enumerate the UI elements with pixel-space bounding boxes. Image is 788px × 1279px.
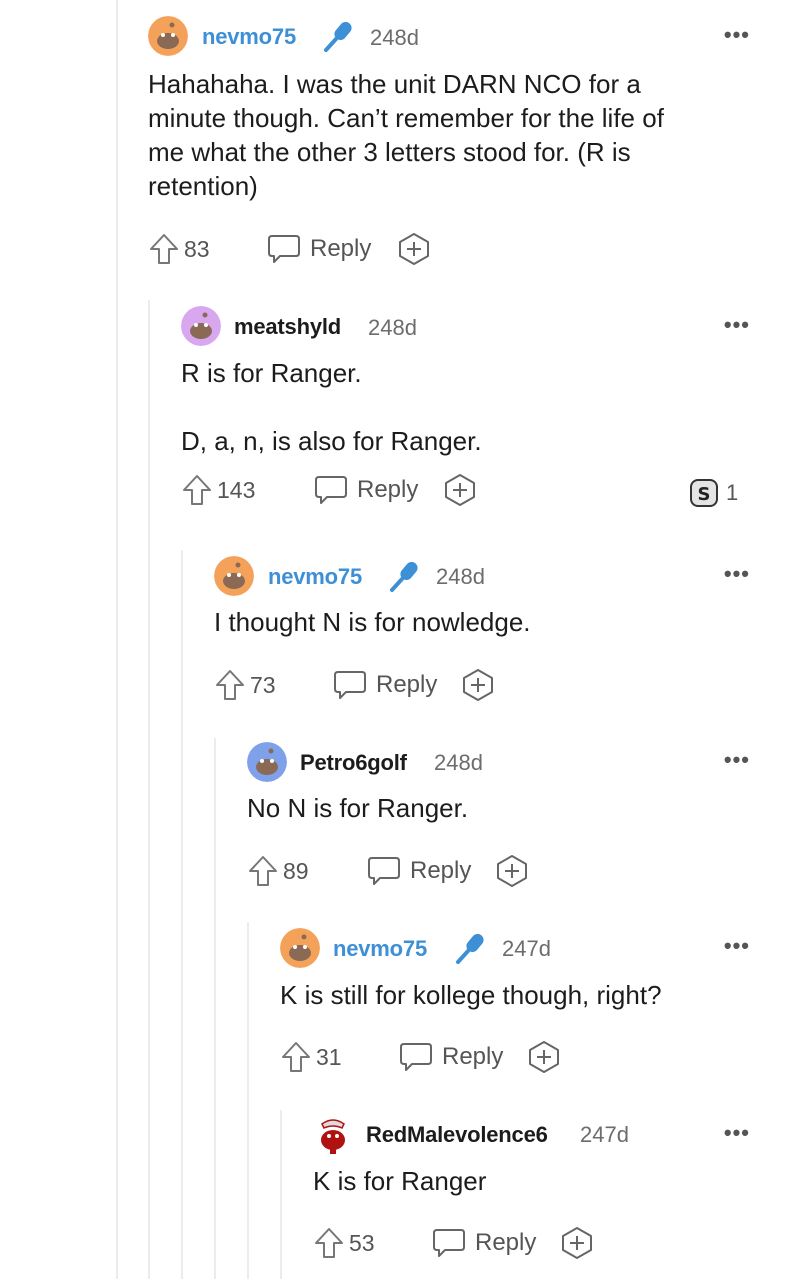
username[interactable]: RedMalevolence6 bbox=[366, 1122, 548, 1148]
username[interactable]: nevmo75 bbox=[268, 564, 362, 590]
thread-line[interactable] bbox=[148, 300, 150, 1279]
score: 31 bbox=[316, 1043, 342, 1070]
reply-bubble-icon bbox=[334, 671, 366, 699]
score: 83 bbox=[184, 235, 210, 262]
give-award-button[interactable] bbox=[397, 229, 431, 269]
comment-body: No N is for Ranger. bbox=[247, 793, 469, 823]
reply-label: Reply bbox=[376, 671, 438, 698]
score: 143 bbox=[217, 476, 256, 503]
reply-button[interactable]: Reply bbox=[431, 1223, 536, 1263]
give-award-button[interactable] bbox=[495, 851, 529, 891]
comment-body: Hahahaha. I was the unit DARN NCO for a … bbox=[148, 69, 664, 201]
reply-bubble-icon bbox=[433, 1229, 465, 1257]
give-award-button[interactable] bbox=[560, 1223, 594, 1263]
reply-button[interactable]: Reply bbox=[313, 470, 418, 510]
reply-bubble-icon bbox=[400, 1043, 432, 1071]
award-plus-icon bbox=[463, 669, 493, 701]
award-badge[interactable]: S 1 bbox=[688, 477, 738, 509]
reply-label: Reply bbox=[475, 1229, 537, 1256]
award-plus-icon bbox=[529, 1041, 559, 1073]
reply-button[interactable]: Reply bbox=[366, 851, 471, 891]
give-award-button[interactable] bbox=[443, 470, 477, 510]
comment-age: 248d bbox=[370, 25, 419, 50]
username[interactable]: meatshyld bbox=[234, 314, 341, 340]
upvote-button[interactable]: 73 bbox=[214, 665, 276, 705]
more-options-button[interactable]: ••• bbox=[724, 1122, 750, 1144]
microphone-icon bbox=[452, 930, 488, 966]
comment-age: 248d bbox=[436, 564, 485, 589]
upvote-button[interactable]: 53 bbox=[313, 1223, 375, 1263]
comment-age: 248d bbox=[434, 750, 483, 775]
username[interactable]: Petro6golf bbox=[300, 750, 407, 776]
comment-thread: nevmo75 248d ••• Hahahaha. I was the uni… bbox=[0, 0, 788, 1279]
more-options-button[interactable]: ••• bbox=[724, 563, 750, 585]
avatar[interactable] bbox=[148, 16, 188, 56]
comment-age: 248d bbox=[368, 315, 417, 340]
upvote-button[interactable]: 83 bbox=[148, 229, 210, 269]
reply-label: Reply bbox=[357, 476, 419, 503]
upvote-icon bbox=[150, 234, 178, 264]
thread-line[interactable] bbox=[214, 738, 216, 1279]
avatar[interactable] bbox=[181, 306, 221, 346]
award-count: 1 bbox=[726, 480, 739, 505]
thread-line[interactable] bbox=[116, 0, 118, 1279]
thread-line[interactable] bbox=[280, 1110, 282, 1279]
score: 89 bbox=[283, 857, 309, 884]
comment-age: 247d bbox=[502, 936, 551, 961]
award-plus-icon bbox=[399, 233, 429, 265]
reply-bubble-icon bbox=[315, 476, 347, 504]
thread-line[interactable] bbox=[181, 550, 183, 1279]
give-award-button[interactable] bbox=[461, 665, 495, 705]
reply-label: Reply bbox=[410, 857, 472, 884]
upvote-icon bbox=[249, 856, 277, 886]
reply-bubble-icon bbox=[368, 857, 400, 885]
avatar[interactable] bbox=[214, 556, 254, 596]
username[interactable]: nevmo75 bbox=[202, 24, 296, 50]
svg-text:S: S bbox=[698, 484, 711, 505]
upvote-icon bbox=[216, 670, 244, 700]
comment-body: R is for Ranger. D, a, n, is also for Ra… bbox=[181, 358, 482, 456]
reply-button[interactable]: Reply bbox=[398, 1037, 503, 1077]
upvote-button[interactable]: 31 bbox=[280, 1037, 342, 1077]
comment-body: K is still for kollege though, right? bbox=[280, 980, 662, 1010]
give-award-button[interactable] bbox=[527, 1037, 561, 1077]
award-plus-icon bbox=[562, 1227, 592, 1259]
reply-label: Reply bbox=[310, 235, 372, 262]
upvote-icon bbox=[183, 475, 211, 505]
upvote-button[interactable]: 89 bbox=[247, 851, 309, 891]
award-plus-icon bbox=[445, 474, 475, 506]
award-plus-icon bbox=[497, 855, 527, 887]
reply-button[interactable]: Reply bbox=[332, 665, 437, 705]
microphone-icon bbox=[320, 18, 356, 54]
reply-button[interactable]: Reply bbox=[266, 229, 371, 269]
comment-body: I thought N is for nowledge. bbox=[214, 607, 531, 637]
reply-bubble-icon bbox=[268, 235, 300, 263]
upvote-icon bbox=[282, 1042, 310, 1072]
upvote-icon bbox=[315, 1228, 343, 1258]
more-options-button[interactable]: ••• bbox=[724, 314, 750, 336]
microphone-icon bbox=[386, 558, 422, 594]
more-options-button[interactable]: ••• bbox=[724, 24, 750, 46]
silver-award-icon: S bbox=[690, 479, 718, 507]
more-options-button[interactable]: ••• bbox=[724, 749, 750, 771]
upvote-button[interactable]: 143 bbox=[181, 470, 255, 510]
more-options-button[interactable]: ••• bbox=[724, 935, 750, 957]
avatar[interactable] bbox=[280, 928, 320, 968]
score: 53 bbox=[349, 1229, 375, 1256]
score: 73 bbox=[250, 671, 276, 698]
avatar[interactable] bbox=[313, 1114, 353, 1154]
reply-label: Reply bbox=[442, 1043, 504, 1070]
comment-body: K is for Ranger bbox=[313, 1166, 487, 1196]
avatar[interactable] bbox=[247, 742, 287, 782]
username[interactable]: nevmo75 bbox=[333, 936, 427, 962]
comment-age: 247d bbox=[580, 1122, 629, 1147]
thread-line[interactable] bbox=[247, 922, 249, 1279]
